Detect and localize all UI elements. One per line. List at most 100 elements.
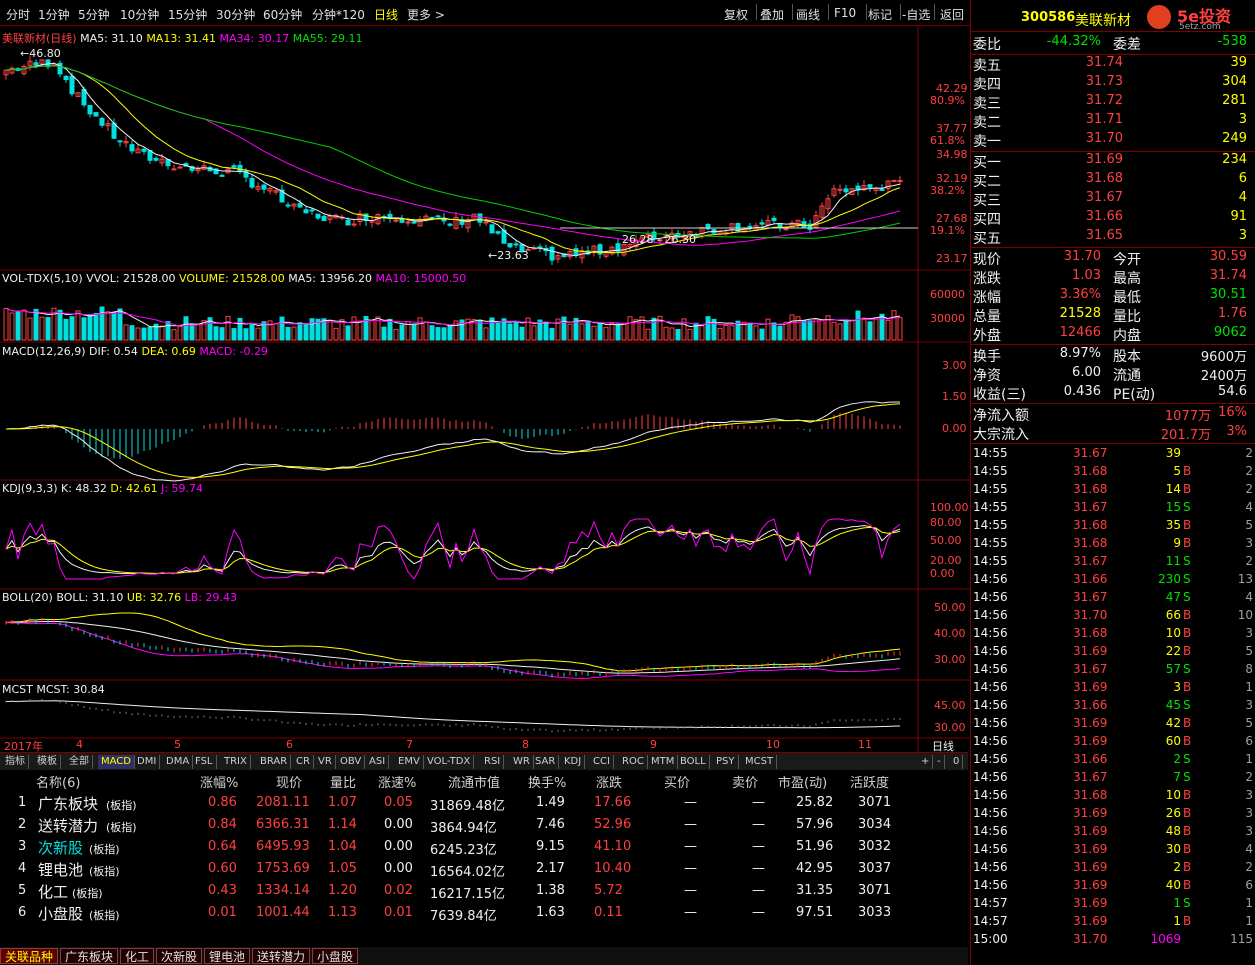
candle-body [837, 188, 843, 191]
cell-act: 3071 [858, 795, 892, 810]
toolbar-button-1[interactable]: 叠加 [760, 6, 784, 23]
column-header[interactable]: 换手% [528, 772, 566, 791]
period-tab-5[interactable]: 30分钟 [216, 6, 255, 23]
indicator-tab-19[interactable]: CCI [590, 755, 614, 769]
indicator-tab-20[interactable]: ROC [619, 755, 648, 769]
related-tab-3[interactable]: 次新股 [156, 948, 203, 964]
indicator-tab-15[interactable]: RSI [481, 755, 505, 769]
indicator-tab-3[interactable]: MACD [98, 755, 135, 769]
volume-bar [591, 325, 597, 341]
tick-price: 31.70 [1073, 608, 1108, 622]
period-tab-3[interactable]: 10分钟 [120, 6, 159, 23]
column-header[interactable]: 买价 [664, 772, 690, 791]
period-tab-4[interactable]: 15分钟 [168, 6, 207, 23]
tick-volume: 48 [1165, 824, 1181, 838]
tick-time: 14:55 [973, 482, 1008, 496]
indicator-tab-23[interactable]: PSY [713, 755, 739, 769]
candle-body [477, 213, 483, 223]
indicator-tab-18[interactable]: KDJ [561, 755, 586, 769]
indicator-tab-12[interactable]: ASI [366, 755, 390, 769]
main-legend-title: 美联新材(日线) [2, 32, 77, 45]
indicator-tab-0[interactable]: 指标 [2, 755, 29, 769]
period-tab-0[interactable]: 分时 [6, 6, 30, 23]
related-tab-0[interactable]: 关联品种 [0, 948, 59, 964]
column-header[interactable]: 涨速% [378, 772, 416, 791]
indicator-tab-11[interactable]: OBV [337, 755, 366, 769]
cell-lb: 1.05 [328, 861, 357, 876]
volume-bar [423, 321, 429, 341]
quote-value: 31.73 [1085, 74, 1123, 89]
cell-name: 次新股 [38, 839, 84, 857]
cell-price: 1001.44 [256, 905, 310, 920]
sector-row[interactable]: 6 小盘股 (板指) 0.01 1001.44 1.13 0.01 7639.84亿 1.63 0… [0, 905, 968, 927]
cell-turn: 2.17 [536, 861, 565, 876]
indicator-tab-17[interactable]: SAR [532, 755, 560, 769]
quote-label: 总量 [973, 309, 1001, 325]
indicator-tab-13[interactable]: EMV [395, 755, 424, 769]
vvol-value: VVOL: 21528.00 [86, 272, 176, 285]
indicator-tab-21[interactable]: MTM [648, 755, 679, 769]
toolbar-button-0[interactable]: 复权 [724, 6, 748, 23]
column-header[interactable]: 活跃度 [850, 772, 889, 791]
cell-lb: 1.04 [328, 839, 357, 854]
tick-count: 2 [1245, 464, 1253, 478]
column-header[interactable]: 流通市值 [448, 772, 500, 791]
period-tab-1[interactable]: 1分钟 [38, 6, 70, 23]
tick-side: S [1183, 698, 1191, 712]
volume-bar [297, 322, 303, 341]
cell-name: 小盘股 [38, 905, 84, 923]
column-header[interactable]: 市盈(动) [778, 772, 827, 791]
toolbar-button-3[interactable]: F10 [834, 6, 856, 20]
column-header[interactable]: 现价 [276, 772, 302, 791]
period-tab-9[interactable]: 更多 > [407, 6, 445, 23]
related-tab-6[interactable]: 小盘股 [312, 948, 359, 964]
stock-header: 300586 美联新材 5e投资 5etz.com [971, 0, 1255, 32]
indicator-tab-2[interactable]: 全部 [66, 755, 93, 769]
quote-label: 买三 [973, 193, 1001, 209]
indicator-tab-1[interactable]: 模板 [34, 755, 61, 769]
related-tab-5[interactable]: 送转潜力 [252, 948, 311, 964]
indicator-tab-10[interactable]: VR [315, 755, 336, 769]
sector-row[interactable]: 2 送转潜力 (板指) 0.84 6366.31 1.14 0.00 3864.94亿 7.46… [0, 817, 968, 839]
cell-speed: 0.00 [384, 861, 413, 876]
indicator-tab-9[interactable]: CR [293, 755, 314, 769]
period-tab-7[interactable]: 分钟*120 [312, 6, 365, 23]
indicator-tab-16[interactable]: WR [510, 755, 534, 769]
quote-volume: 39 [1230, 55, 1247, 70]
column-header[interactable]: 量比 [330, 772, 356, 791]
indicator-tab-5[interactable]: DMA [163, 755, 194, 769]
indicator-control-0[interactable]: + [918, 755, 934, 769]
related-tab-2[interactable]: 化工 [120, 948, 155, 964]
range-annotation: 26.28 - 26.30 [622, 233, 696, 246]
indicator-tab-22[interactable]: BOLL [677, 755, 710, 769]
indicator-control-2[interactable]: 0 [950, 755, 964, 769]
toolbar-button-2[interactable]: 画线 [796, 6, 820, 23]
related-tab-4[interactable]: 锂电池 [204, 948, 251, 964]
sector-row[interactable]: 5 化工 (板指) 0.43 1334.14 1.20 0.02 16217.15亿 1.38 5… [0, 883, 968, 905]
period-tab-2[interactable]: 5分钟 [78, 6, 110, 23]
sector-row[interactable]: 1 广东板块 (板指) 0.86 2081.11 1.07 0.05 31869.48亿 1.4… [0, 795, 968, 817]
candle-body [93, 112, 99, 117]
chart-area[interactable] [0, 26, 970, 752]
column-header[interactable]: 卖价 [732, 772, 758, 791]
indicator-tab-24[interactable]: MCST [742, 755, 778, 769]
indicator-tab-8[interactable]: BRAR [257, 755, 292, 769]
tick-side: S [1183, 500, 1191, 514]
indicator-tab-4[interactable]: DMI [134, 755, 161, 769]
sector-row[interactable]: 3 次新股 (板指) 0.64 6495.93 1.04 0.00 6245.23亿 9.15 4… [0, 839, 968, 861]
indicator-tab-6[interactable]: FSL [192, 755, 217, 769]
related-tab-1[interactable]: 广东板块 [60, 948, 119, 964]
indicator-control-1[interactable]: - [934, 755, 945, 769]
column-header[interactable]: 名称(6) [36, 772, 80, 791]
column-header[interactable]: 涨跌 [596, 772, 622, 791]
toolbar-button-6[interactable]: 返回 [940, 6, 964, 23]
tick-time: 14:55 [973, 536, 1008, 550]
indicator-tab-14[interactable]: VOL-TDX [424, 755, 475, 769]
indicator-tab-7[interactable]: TRIX [221, 755, 251, 769]
toolbar-button-5[interactable]: -自选 [902, 6, 930, 23]
toolbar-button-4[interactable]: 标记 [868, 6, 892, 23]
period-tab-6[interactable]: 60分钟 [263, 6, 302, 23]
period-tab-8[interactable]: 日线 [374, 6, 398, 23]
column-header[interactable]: 涨幅% [200, 772, 238, 791]
sector-row[interactable]: 4 锂电池 (板指) 0.60 1753.69 1.05 0.00 16564.02亿 2.17… [0, 861, 968, 883]
